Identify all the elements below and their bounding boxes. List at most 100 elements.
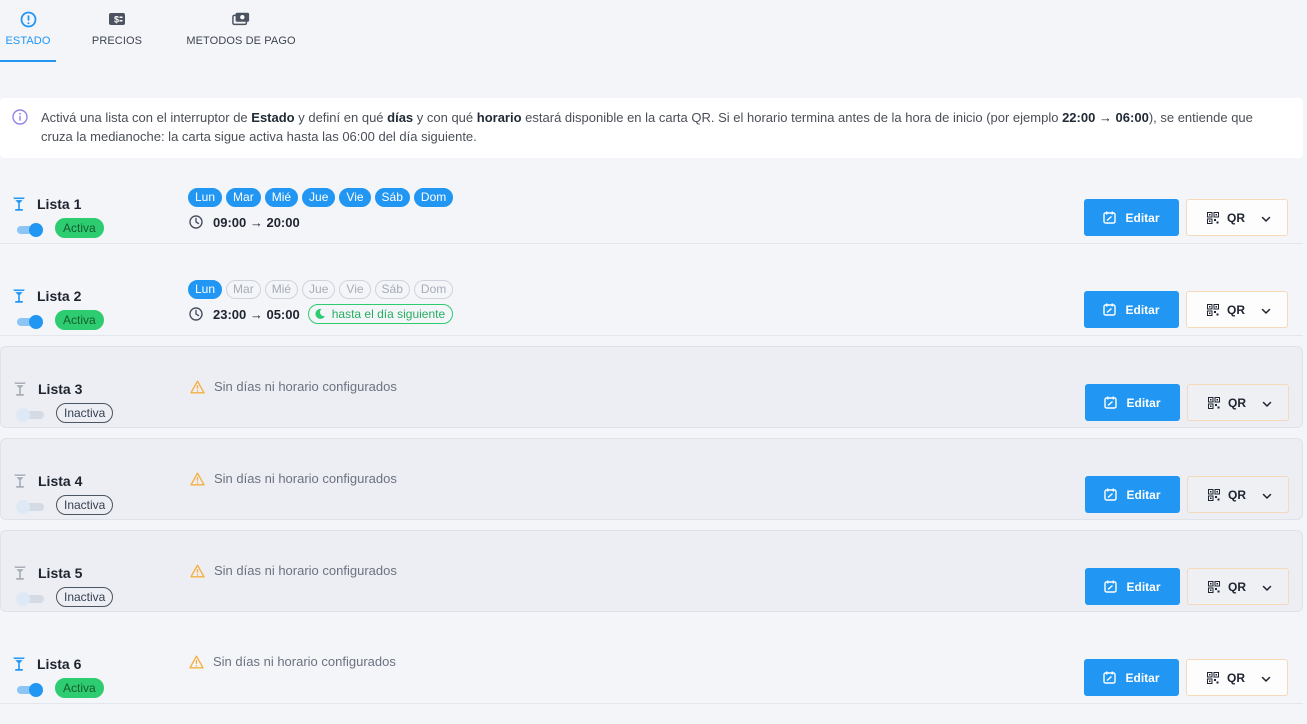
moon-icon — [314, 308, 326, 320]
schedule: 09:00 → 20:00 — [189, 213, 300, 231]
day-chip-dom: Dom — [413, 280, 454, 299]
tab-metodos-de-pago[interactable]: METODOS DE PAGO — [182, 0, 300, 62]
status-badge: Inactiva — [56, 403, 114, 423]
next-day-badge: hasta el día siguiente — [307, 304, 454, 324]
toggle-knob — [29, 223, 43, 237]
calendar-edit-icon — [1103, 303, 1117, 316]
next-day-label: hasta el día siguiente — [331, 307, 446, 321]
alert-circle-icon — [19, 10, 37, 28]
status-badge: Inactiva — [56, 587, 114, 607]
day-chip-mar: Mar — [226, 188, 261, 207]
cocktail-icon — [13, 473, 27, 489]
money-icon — [232, 10, 250, 28]
qr-button-label: QR — [1227, 670, 1245, 685]
edit-button-label: Editar — [1126, 579, 1161, 594]
info-text: Activá una lista con el interruptor de E… — [41, 110, 1253, 144]
edit-button[interactable]: Editar — [1085, 384, 1180, 421]
tab-precios-label: PRECIOS — [91, 35, 143, 47]
qr-button-label: QR — [1228, 395, 1246, 410]
warning-icon — [190, 472, 205, 486]
edit-button[interactable]: Editar — [1084, 199, 1179, 236]
edit-button-label: Editar — [1125, 670, 1160, 685]
edit-button-label: Editar — [1126, 487, 1161, 502]
qr-dropdown-button[interactable]: QR — [1186, 199, 1288, 236]
status-toggle[interactable] — [16, 592, 44, 606]
day-chip-dom: Dom — [413, 188, 454, 207]
list-row: Lista 4 Inactiva Sin días ni horario confi… — [0, 438, 1303, 520]
qr-button-label: QR — [1227, 302, 1245, 317]
day-chip-mié: Mié — [264, 188, 299, 207]
tab-estado-label: ESTADO — [5, 35, 51, 47]
chevron-down-icon — [1262, 490, 1272, 500]
edit-button-label: Editar — [1126, 395, 1161, 410]
chevron-down-icon — [1261, 673, 1271, 683]
info-banner: Activá una lista con el interruptor de E… — [0, 98, 1303, 158]
qr-dropdown-button[interactable]: QR — [1186, 291, 1288, 328]
toggle-knob — [16, 592, 30, 606]
clock-icon — [189, 215, 203, 229]
status-badge: Activa — [55, 678, 104, 698]
list-row: Lista 2 Activa Lun Mar Mié Jue Vie Sáb Dom 23:00 … — [0, 254, 1303, 336]
qr-code-icon — [1207, 671, 1219, 684]
list-row: Lista 6 Activa Sin días ni horario configu… — [0, 622, 1303, 704]
day-chip-lun: Lun — [188, 280, 223, 299]
status-badge: Activa — [55, 310, 104, 330]
status-toggle[interactable] — [17, 683, 43, 697]
calendar-edit-icon — [1104, 396, 1118, 409]
edit-button[interactable]: Editar — [1085, 568, 1180, 605]
calendar-edit-icon — [1104, 580, 1118, 593]
tab-estado[interactable]: ESTADO — [0, 0, 56, 62]
empty-schedule-warning: Sin días ni horario configurados — [190, 471, 397, 486]
empty-schedule-text: Sin días ni horario configurados — [213, 654, 396, 669]
status-toggle[interactable] — [16, 408, 44, 422]
list-name: Lista 2 — [37, 288, 82, 304]
edit-button-label: Editar — [1125, 302, 1160, 317]
toggle-knob — [16, 408, 30, 422]
day-chips: Lun Mar Mié Jue Vie Sáb Dom — [188, 188, 454, 207]
day-chip-mar: Mar — [226, 280, 261, 299]
list-name: Lista 1 — [37, 196, 82, 212]
status-toggle[interactable] — [17, 223, 43, 237]
warning-icon — [190, 380, 205, 394]
status-toggle[interactable] — [17, 315, 43, 329]
chevron-down-icon — [1262, 582, 1272, 592]
schedule-time: 23:00 → 05:00 — [213, 306, 300, 322]
chevron-down-icon — [1261, 213, 1271, 223]
price-tag-icon: $ — [108, 10, 126, 28]
qr-button-label: QR — [1228, 487, 1246, 502]
schedule: 23:00 → 05:00 hasta el día siguiente — [189, 304, 454, 324]
list-name: Lista 5 — [38, 565, 83, 581]
status-toggle[interactable] — [16, 500, 44, 514]
edit-button[interactable]: Editar — [1085, 476, 1180, 513]
warning-icon — [189, 655, 204, 669]
tab-precios[interactable]: $ PRECIOS — [86, 0, 148, 62]
day-chips: Lun Mar Mié Jue Vie Sáb Dom — [188, 280, 454, 299]
clock-icon — [189, 307, 203, 321]
day-chip-mié: Mié — [264, 280, 299, 299]
qr-dropdown-button[interactable]: QR — [1187, 384, 1289, 421]
chevron-down-icon — [1261, 305, 1271, 315]
qr-dropdown-button[interactable]: QR — [1186, 659, 1288, 696]
list-name: Lista 4 — [38, 473, 83, 489]
cocktail-icon — [12, 288, 26, 304]
cocktail-icon — [13, 565, 27, 581]
cocktail-icon — [12, 196, 26, 212]
qr-code-icon — [1207, 303, 1219, 316]
day-chip-sáb: Sáb — [374, 280, 410, 299]
cocktail-icon — [13, 381, 27, 397]
list-row: Lista 5 Inactiva Sin días ni horario confi… — [0, 530, 1303, 612]
edit-button[interactable]: Editar — [1084, 659, 1179, 696]
svg-text:$: $ — [114, 15, 119, 25]
tab-metodos-label: METODOS DE PAGO — [186, 35, 296, 47]
qr-dropdown-button[interactable]: QR — [1187, 568, 1289, 605]
empty-schedule-warning: Sin días ni horario configurados — [190, 563, 397, 578]
edit-button[interactable]: Editar — [1084, 291, 1179, 328]
empty-schedule-warning: Sin días ni horario configurados — [189, 654, 396, 669]
edit-button-label: Editar — [1125, 210, 1160, 225]
toggle-knob — [29, 315, 43, 329]
qr-dropdown-button[interactable]: QR — [1187, 476, 1289, 513]
day-chip-vie: Vie — [339, 280, 371, 299]
empty-schedule-warning: Sin días ni horario configurados — [190, 379, 397, 394]
empty-schedule-text: Sin días ni horario configurados — [214, 471, 397, 486]
status-badge: Activa — [55, 218, 104, 238]
